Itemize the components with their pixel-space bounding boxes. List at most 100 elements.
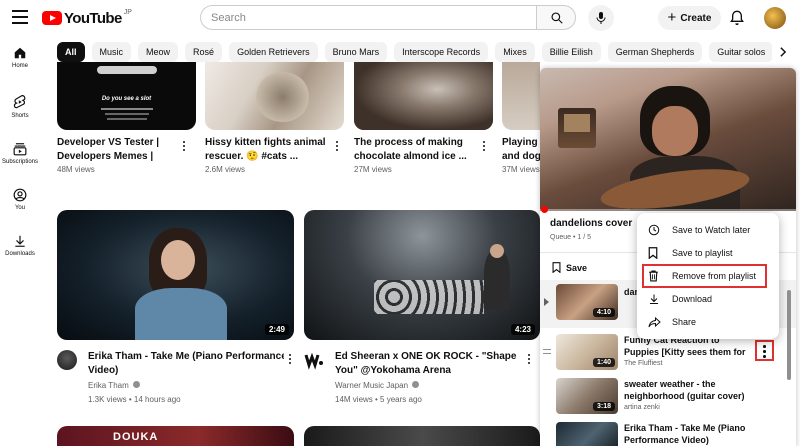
- nav-subscriptions[interactable]: Subscriptions: [0, 142, 40, 165]
- clock-icon: [648, 224, 660, 236]
- title-line: Playing p: [502, 137, 540, 148]
- logo-text: YouTube: [64, 9, 122, 27]
- menu-share[interactable]: Share: [637, 311, 779, 333]
- more-actions-button[interactable]: [524, 352, 534, 366]
- video-title[interactable]: Ed Sheeran x ONE OK ROCK - "Shape of You…: [335, 350, 519, 378]
- title-line: Video): [88, 365, 119, 376]
- notifications-bell-icon[interactable]: [729, 9, 745, 27]
- video-title[interactable]: Developer VS Tester | Developers Memes |: [57, 136, 175, 164]
- voice-search-button[interactable]: [588, 5, 614, 31]
- chip-bruno-mars[interactable]: Bruno Mars: [324, 42, 388, 62]
- menu-item-label: Share: [672, 317, 697, 327]
- progress-scrubber[interactable]: [541, 206, 548, 213]
- playlist-item[interactable]: 3:18 sweater weather - the neighborhood …: [540, 374, 796, 422]
- video-title[interactable]: The process of making chocolate almond i…: [354, 136, 478, 164]
- title-line: rescuer. 🤨 #cats ...: [205, 151, 299, 162]
- nav-you-label: You: [14, 205, 26, 211]
- youtube-page: YouTube JP + Create Home Shorts: [0, 0, 800, 446]
- search-input[interactable]: [211, 10, 511, 26]
- video-views: 37M views: [502, 165, 540, 174]
- title-line: Erika Tham - Take Me (Piano Performance: [88, 351, 284, 362]
- channel-name-text: Erika Tham: [88, 381, 129, 390]
- video-title[interactable]: Hissy kitten fights animal rescuer. 🤨 #c…: [205, 136, 329, 164]
- channel-name[interactable]: Erika Tham: [88, 380, 140, 392]
- chip-mixes[interactable]: Mixes: [495, 42, 535, 62]
- verified-badge-icon: [412, 381, 420, 388]
- more-actions-button[interactable]: [479, 139, 489, 153]
- save-button[interactable]: Save: [552, 262, 587, 273]
- video-duration: 4:10: [592, 308, 615, 317]
- playlist-thumbnail: [556, 422, 618, 446]
- search-button[interactable]: [536, 5, 576, 30]
- mini-player-progress[interactable]: [540, 209, 796, 211]
- video-title[interactable]: Erika Tham - Take Me (Piano Performance …: [88, 350, 284, 378]
- create-button[interactable]: + Create: [658, 6, 721, 30]
- playlist-item-title: sweater weather - the neighborhood (guit…: [624, 379, 745, 401]
- video-views: 48M views: [57, 165, 95, 174]
- chip-interscope-records[interactable]: Interscope Records: [394, 42, 489, 62]
- chip-guitar-solos[interactable]: Guitar solos: [709, 42, 774, 62]
- title-line: The process of making: [354, 137, 463, 148]
- verified-badge-icon: [133, 381, 140, 388]
- playlist-item-channel: The Fluffiest: [624, 360, 663, 367]
- video-thumbnail[interactable]: 4:23: [304, 210, 540, 340]
- nav-shorts-label: Shorts: [11, 113, 29, 119]
- account-avatar[interactable]: [764, 7, 786, 29]
- bookmark-icon: [648, 247, 658, 259]
- channel-name[interactable]: Warner Music Japan: [335, 380, 420, 392]
- video-duration: 4:23: [510, 324, 535, 335]
- shorts-icon: [13, 95, 26, 109]
- top-bar: YouTube JP + Create: [0, 0, 800, 36]
- video-thumbnail[interactable]: [354, 62, 493, 130]
- chip-golden-retrievers[interactable]: Golden Retrievers: [229, 42, 318, 62]
- chip-billie-eilish[interactable]: Billie Eilish: [541, 42, 601, 62]
- chip-german-shepherds[interactable]: German Shepherds: [607, 42, 703, 62]
- channel-avatar[interactable]: [57, 350, 77, 370]
- menu-icon[interactable]: [12, 10, 28, 24]
- video-views: 27M views: [354, 165, 392, 174]
- video-stats: 1.3K views • 14 hours ago: [88, 395, 181, 404]
- search-box: [200, 5, 536, 30]
- channel-name-text: Warner Music Japan: [335, 381, 409, 390]
- video-thumbnail[interactable]: 2:49: [57, 210, 294, 340]
- chip-music[interactable]: Music: [91, 42, 132, 62]
- playlist-scrollbar[interactable]: [787, 290, 791, 380]
- channel-avatar[interactable]: [304, 350, 324, 370]
- video-title[interactable]: Playing p and dog: [502, 136, 540, 164]
- menu-save-watch-later[interactable]: Save to Watch later: [637, 219, 779, 241]
- nav-downloads[interactable]: Downloads: [0, 234, 40, 257]
- video-duration: 3:18: [592, 402, 615, 411]
- chip-meow[interactable]: Meow: [138, 42, 179, 62]
- filter-chips: All Music Meow Rosé Golden Retrievers Br…: [57, 42, 774, 62]
- nav-shorts[interactable]: Shorts: [0, 94, 40, 119]
- drag-handle[interactable]: [543, 349, 551, 354]
- video-stats: 14M views • 5 years ago: [335, 395, 422, 404]
- mini-player-video[interactable]: [540, 68, 796, 217]
- video-thumbnail[interactable]: DOUKA: [57, 426, 294, 446]
- more-actions-button[interactable]: [332, 139, 342, 153]
- search-icon: [551, 12, 563, 24]
- more-actions-button[interactable]: [179, 139, 189, 153]
- video-thumbnail[interactable]: [205, 62, 344, 130]
- more-actions-button[interactable]: [285, 352, 295, 366]
- thumbnail-caption: Do you see a slot: [101, 96, 152, 102]
- queue-position: Queue • 1 / 5: [550, 234, 591, 241]
- youtube-logo[interactable]: YouTube JP: [42, 9, 132, 27]
- chip-rose[interactable]: Rosé: [185, 42, 223, 62]
- youtube-play-icon: [42, 11, 62, 25]
- video-thumbnail[interactable]: Do you see a slot: [57, 62, 196, 130]
- video-thumbnail[interactable]: [304, 426, 540, 446]
- menu-save-to-playlist[interactable]: Save to playlist: [637, 242, 779, 264]
- playlist-thumbnail: 4:10: [556, 284, 618, 320]
- create-label: Create: [680, 12, 712, 24]
- download-icon: [15, 235, 25, 247]
- menu-download[interactable]: Download: [637, 288, 779, 310]
- video-thumbnail[interactable]: [502, 62, 540, 130]
- playlist-item[interactable]: Erika Tham - Take Me (Piano Performance …: [540, 418, 796, 446]
- thumbnail-caption: DOUKA: [113, 431, 159, 443]
- nav-you[interactable]: You: [0, 188, 40, 211]
- playlist-thumbnail: 1:40: [556, 334, 618, 370]
- nav-home[interactable]: Home: [0, 46, 40, 69]
- chips-next-button[interactable]: [772, 42, 794, 62]
- chip-all[interactable]: All: [57, 42, 85, 62]
